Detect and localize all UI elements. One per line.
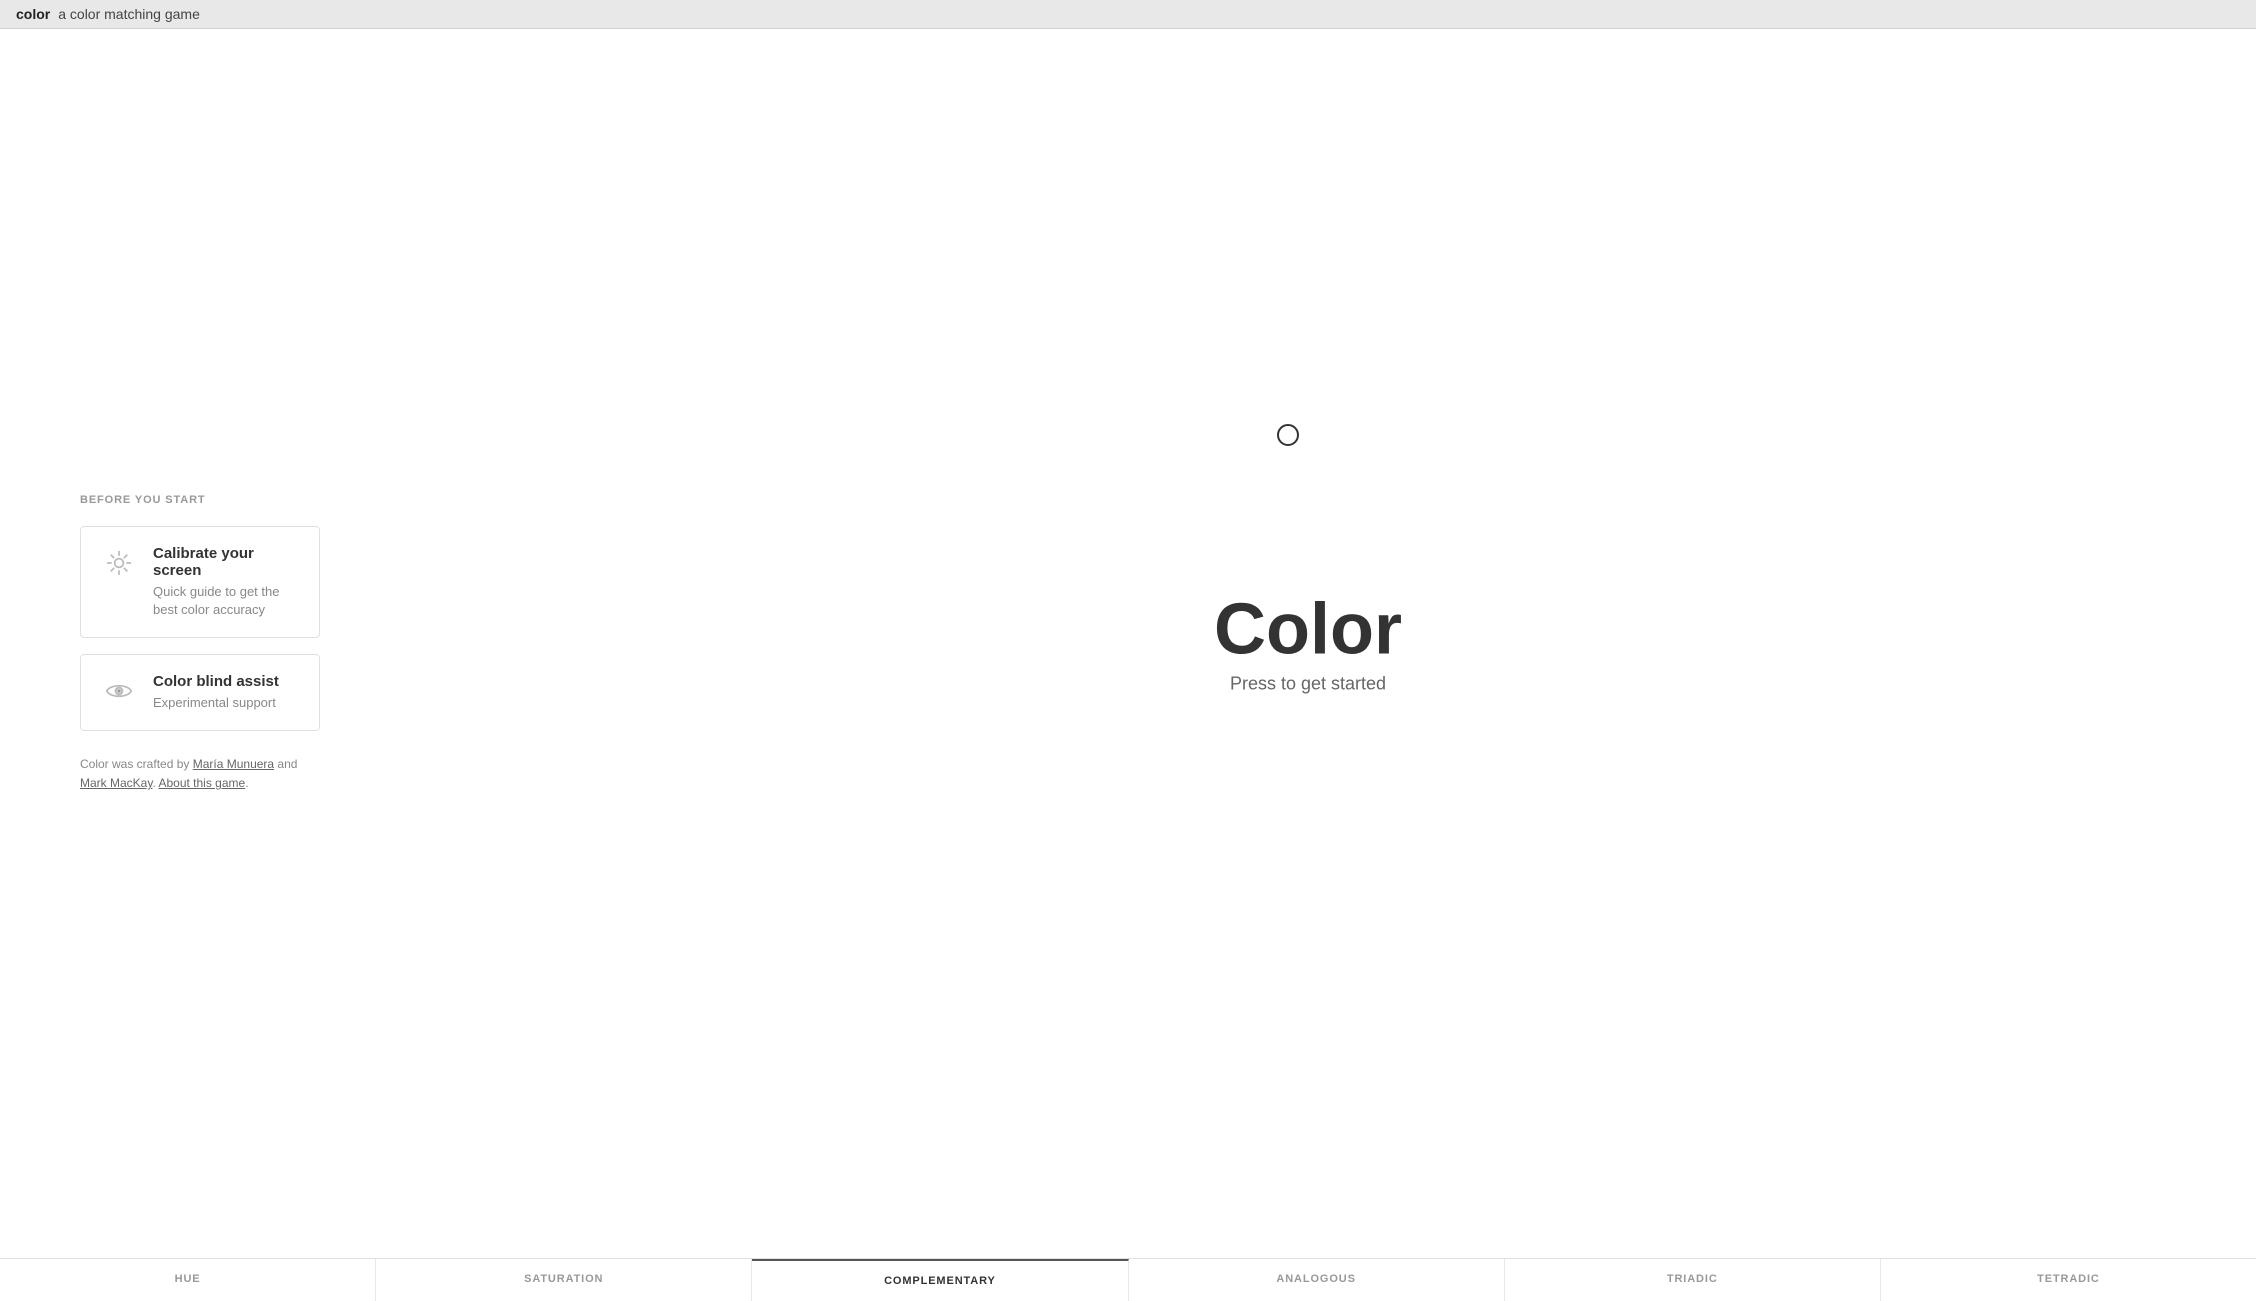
credits: Color was crafted by María Munuera and M… xyxy=(80,755,320,793)
credits-link-mark[interactable]: Mark MacKay xyxy=(80,776,152,790)
handle-dot[interactable] xyxy=(1277,424,1299,446)
nav-item-hue[interactable]: HUE xyxy=(0,1259,376,1301)
credits-text4: . xyxy=(245,776,248,790)
wheel-area[interactable]: Color Press to get started xyxy=(360,354,2256,934)
calibrate-subtitle: Quick guide to get the best color accura… xyxy=(153,583,299,619)
nav-item-saturation[interactable]: SATURATION xyxy=(376,1259,752,1301)
nav-item-complementary[interactable]: COMPLEMENTARY xyxy=(752,1259,1128,1301)
calibrate-title: Calibrate your screen xyxy=(153,545,299,579)
calibrate-card[interactable]: Calibrate your screen Quick guide to get… xyxy=(80,526,320,638)
before-you-start-label: BEFORE YOU START xyxy=(80,494,320,506)
color-wheel-svg[interactable] xyxy=(1018,354,1598,934)
eye-icon xyxy=(101,673,137,709)
app-title-bold: color xyxy=(16,6,50,22)
left-panel: BEFORE YOU START Calibrate your screen xyxy=(0,454,360,834)
color-blind-card-text: Color blind assist Experimental support xyxy=(153,673,279,712)
color-blind-title: Color blind assist xyxy=(153,673,279,690)
nav-item-triadic[interactable]: TRIADIC xyxy=(1505,1259,1881,1301)
color-blind-subtitle: Experimental support xyxy=(153,694,279,712)
credits-text2: and xyxy=(274,757,297,771)
calibrate-card-text: Calibrate your screen Quick guide to get… xyxy=(153,545,299,619)
sun-icon xyxy=(101,545,137,581)
app-title-subtitle: a color matching game xyxy=(58,6,200,22)
color-blind-card[interactable]: Color blind assist Experimental support xyxy=(80,654,320,731)
color-wheel[interactable]: Color Press to get started xyxy=(1018,354,1598,934)
main-content: BEFORE YOU START Calibrate your screen xyxy=(0,29,2256,1258)
credits-text1: Color was crafted by xyxy=(80,757,193,771)
bottom-nav: HUESATURATIONCOMPLEMENTARYANALOGOUSTRIAD… xyxy=(0,1258,2256,1301)
nav-item-tetradic[interactable]: TETRADIC xyxy=(1881,1259,2256,1301)
credits-link-maria[interactable]: María Munuera xyxy=(193,757,274,771)
nav-item-analogous[interactable]: ANALOGOUS xyxy=(1129,1259,1505,1301)
credits-link-about[interactable]: About this game xyxy=(158,776,245,790)
topbar: color a color matching game xyxy=(0,0,2256,29)
